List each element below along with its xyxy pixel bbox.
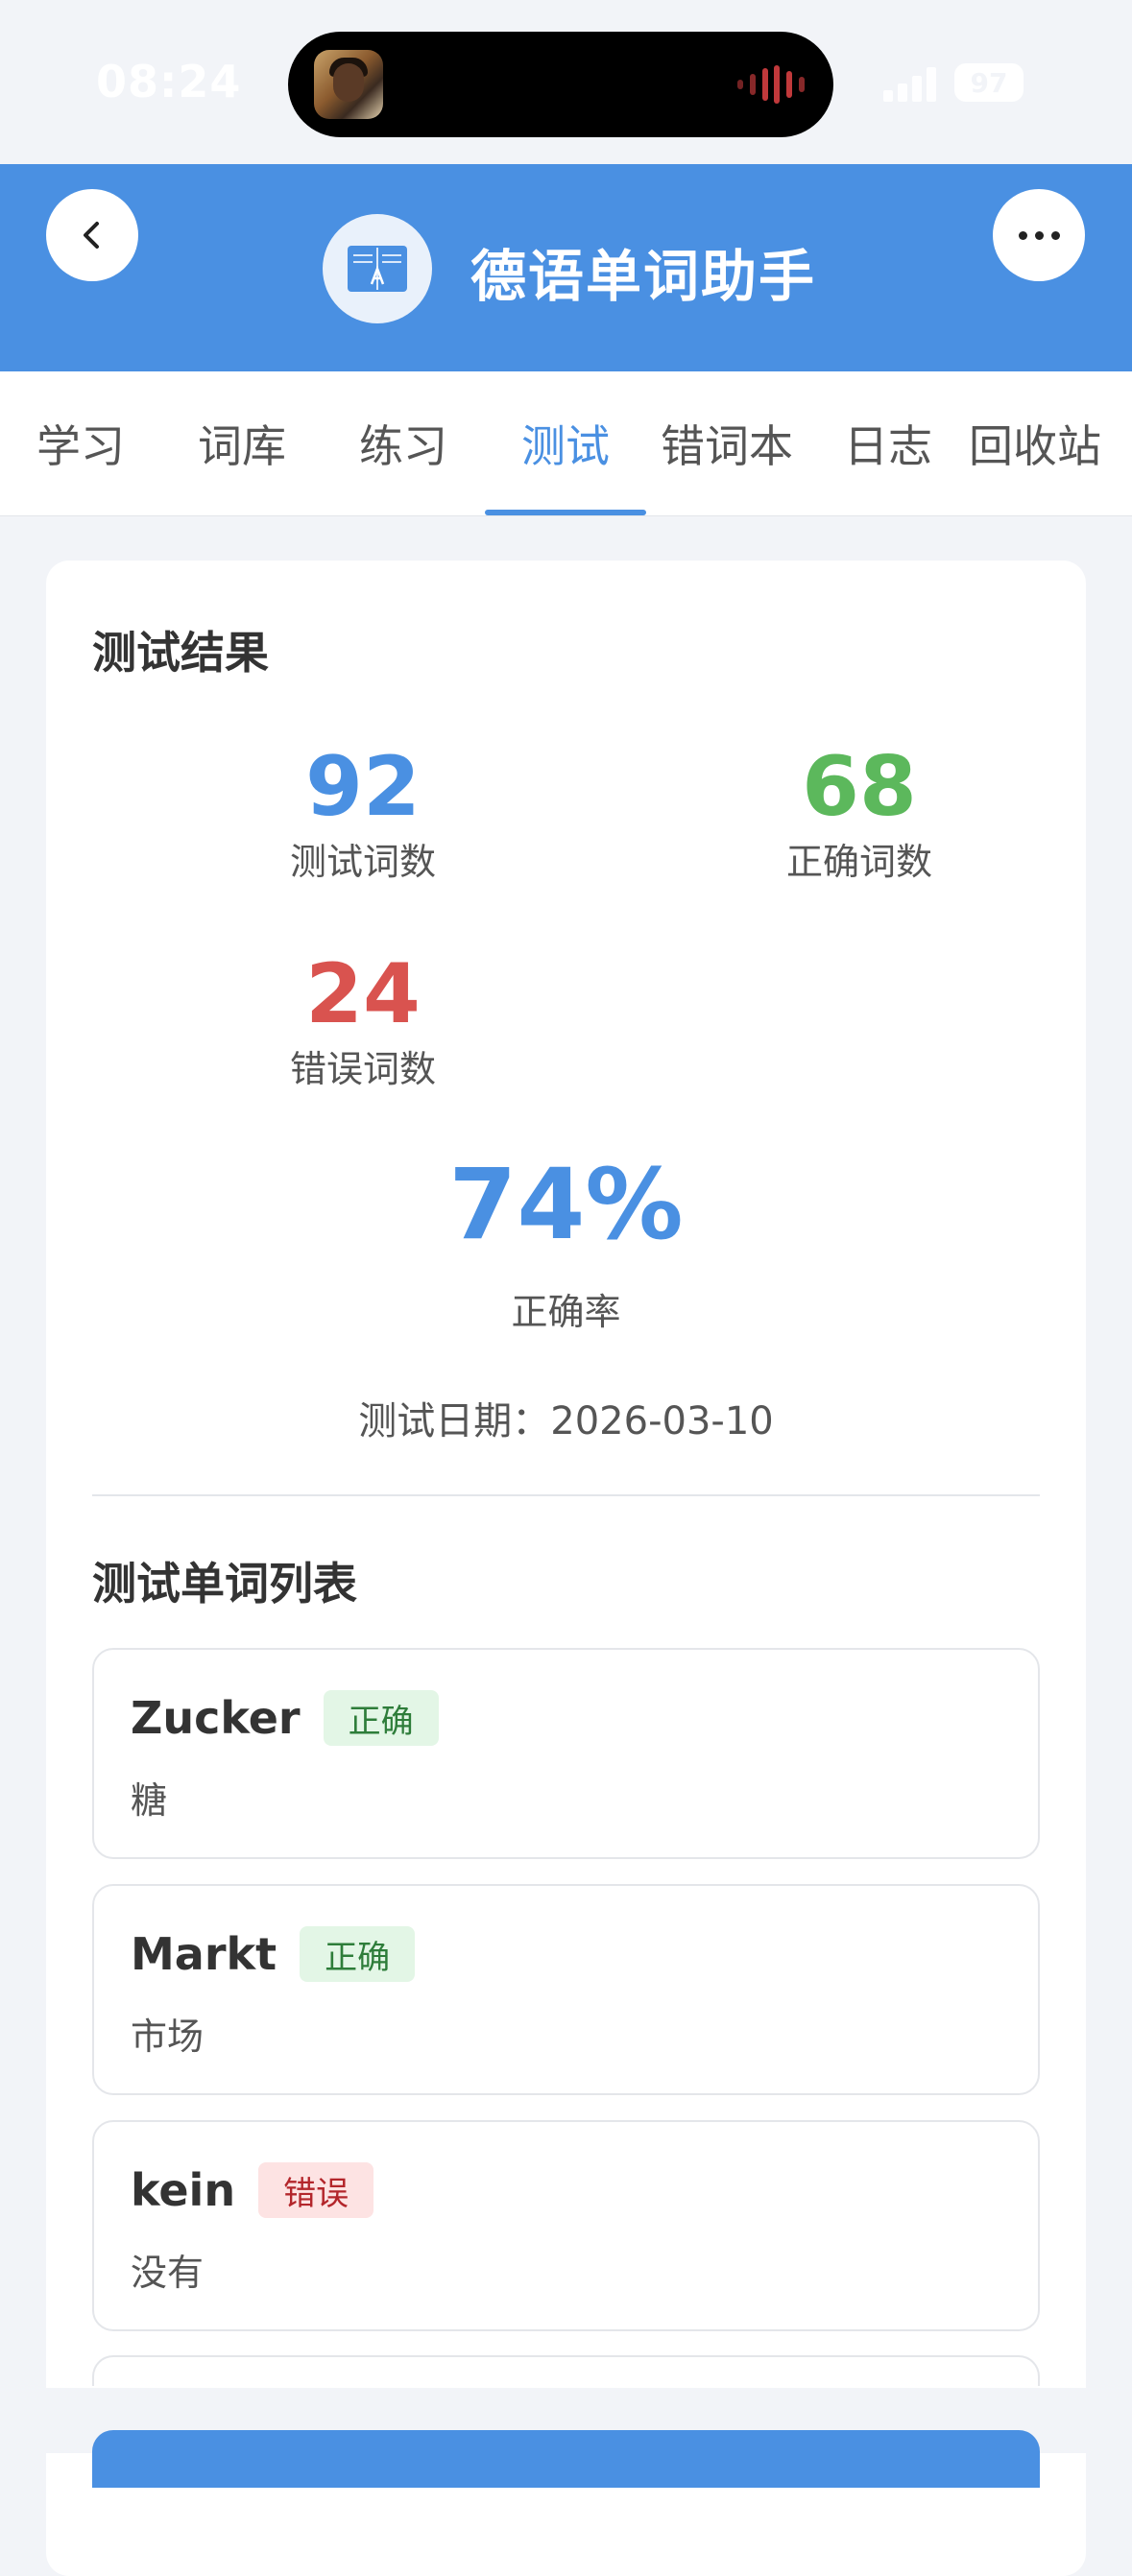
tab-vocabulary[interactable]: 词库 <box>161 371 323 515</box>
cellular-signal-icon <box>883 67 941 102</box>
word-text: Markt <box>131 1928 277 1980</box>
list-item-partial[interactable] <box>92 2355 1040 2386</box>
accuracy-value: 74% <box>448 1148 684 1262</box>
stat-wrong: 24 错误词数 <box>171 946 555 1096</box>
word-list-title: 测试单词列表 <box>92 1558 357 1610</box>
status-time: 08:24 <box>96 56 242 107</box>
now-playing-artwork <box>314 50 383 119</box>
word-meaning: 市场 <box>131 2015 205 2058</box>
list-item[interactable]: kein 错误 没有 <box>92 2120 1040 2331</box>
tested-label: 测试词数 <box>289 841 436 883</box>
bottom-action-button[interactable] <box>92 2430 1040 2488</box>
tab-learn[interactable]: 学习 <box>0 371 161 515</box>
tab-recycle-bin[interactable]: 回收站 <box>969 371 1132 515</box>
word-meaning: 没有 <box>131 2252 205 2294</box>
tab-log[interactable]: 日志 <box>807 371 969 515</box>
list-item[interactable]: Zucker 正确 糖 <box>92 1648 1040 1859</box>
word-text: Zucker <box>131 1692 301 1744</box>
app-logo <box>323 214 432 323</box>
wrong-label: 错误词数 <box>289 1048 436 1090</box>
chevron-left-icon <box>84 222 99 249</box>
test-date: 测试日期：2026-03-10 <box>46 1390 1086 1445</box>
accuracy-label: 正确率 <box>511 1291 621 1333</box>
battery-indicator: 97 <box>954 63 1024 102</box>
tested-count: 92 <box>305 739 421 835</box>
status-badge: 正确 <box>300 1926 416 1982</box>
divider <box>92 1494 1040 1496</box>
audio-waveform-icon <box>737 65 805 104</box>
word-meaning: 糖 <box>131 1779 168 1822</box>
book-icon <box>348 246 407 292</box>
accuracy-block: 74% 正确率 <box>46 1148 1086 1335</box>
dynamic-island <box>288 32 833 137</box>
tab-mistake-book[interactable]: 错词本 <box>646 371 807 515</box>
active-tab-indicator <box>485 510 646 515</box>
word-text: kein <box>131 2164 236 2216</box>
result-title: 测试结果 <box>92 627 269 679</box>
tab-practice[interactable]: 练习 <box>323 371 484 515</box>
status-badge: 正确 <box>323 1690 439 1746</box>
test-result-card: 测试结果 92 测试词数 68 正确词数 24 错误词数 74% 正确率 测试日… <box>46 561 1086 2576</box>
stat-tested: 92 测试词数 <box>171 739 555 889</box>
back-button[interactable] <box>46 189 138 281</box>
tab-bar: 学习 词库 练习 测试 错词本 日志 回收站 <box>0 371 1132 516</box>
list-item[interactable]: Markt 正确 市场 <box>92 1884 1040 2095</box>
app-title: 德语单词助手 <box>470 244 817 309</box>
test-date-label: 测试日期： <box>358 1399 551 1443</box>
test-date-value: 2026-03-10 <box>550 1399 774 1443</box>
wrong-count: 24 <box>305 946 421 1042</box>
status-bar: 08:24 97 <box>0 0 1132 164</box>
stat-correct: 68 正确词数 <box>667 739 1051 889</box>
tab-test[interactable]: 测试 <box>485 371 646 515</box>
app-header: 德语单词助手 <box>0 164 1132 371</box>
more-button[interactable] <box>993 189 1085 281</box>
more-horizontal-icon <box>1015 230 1064 240</box>
status-badge: 错误 <box>258 2162 374 2218</box>
correct-count: 68 <box>802 739 917 835</box>
correct-label: 正确词数 <box>785 841 932 883</box>
